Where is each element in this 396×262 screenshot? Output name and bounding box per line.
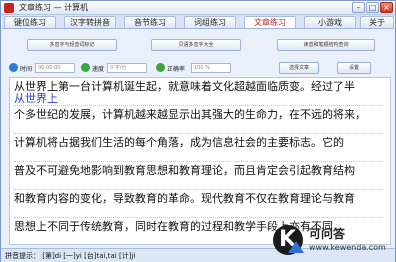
watermark-url: www.kewenda.com bbox=[309, 243, 386, 252]
stroke-lookup-button[interactable]: 读音和笔顺结构查询 bbox=[277, 39, 375, 51]
accuracy-value: 100 % bbox=[191, 63, 231, 73]
article-typing-area[interactable]: 从世界上第一台计算机诞生起，就意味着文化超越面临质变。经过了半 从世界上 个多世… bbox=[9, 77, 391, 245]
time-label: 时间 bbox=[20, 66, 33, 73]
app-window: 文章练习 — 计算机 – □ × 键位练习 汉字转拼音 音节练习 词组练习 文章… bbox=[0, 0, 396, 262]
tab-syllable-practice[interactable]: 音节练习 bbox=[124, 16, 176, 28]
speed-icon bbox=[81, 63, 90, 72]
watermark: K 可问答 www.kewenda.com bbox=[273, 223, 391, 259]
tab-article-practice[interactable]: 文章练习 bbox=[244, 16, 296, 28]
input-underline bbox=[14, 189, 384, 190]
tab-key-practice[interactable]: 键位练习 bbox=[4, 16, 56, 28]
polyphone-list-button[interactable]: 贝语多音字大全 bbox=[151, 39, 241, 51]
input-underline bbox=[14, 161, 384, 162]
tab-about[interactable]: 关于 bbox=[360, 16, 394, 28]
accuracy-label: 正确率 bbox=[167, 66, 186, 73]
article-line: 个多世纪的发展，计算机越来越显示出其强大的生命力，在不远的将来， bbox=[14, 108, 366, 121]
settings-button[interactable]: 设置 bbox=[337, 62, 371, 74]
speed-label: 速度 bbox=[92, 66, 105, 73]
choose-article-button[interactable]: 选择文章 bbox=[279, 62, 319, 74]
tab-phrase-practice[interactable]: 词组练习 bbox=[184, 16, 236, 28]
tab-hanzi-to-pinyin[interactable]: 汉字转拼音 bbox=[64, 16, 116, 28]
maximize-button[interactable]: □ bbox=[366, 2, 379, 13]
polyphone-mark-button[interactable]: 多音字与轻音词标记 bbox=[27, 39, 117, 51]
article-line: 和教育内容的变化，导致教育的革命。现代教育不仅在教育理论与教育 bbox=[14, 192, 355, 205]
typed-input-line[interactable]: 从世界上 bbox=[14, 93, 58, 105]
accuracy-icon bbox=[156, 63, 165, 72]
input-underline bbox=[14, 105, 384, 106]
input-underline bbox=[14, 133, 384, 134]
tool-button-row: 多音字与轻音词标记 贝语多音字大全 读音和笔顺结构查询 bbox=[1, 39, 395, 51]
article-line: 普及不可避免地影响到教育思想和教育理论，而且肯定会引起教育结构 bbox=[14, 164, 355, 177]
app-icon bbox=[4, 3, 14, 13]
tab-bar: 键位练习 汉字转拼音 音节练习 词组练习 文章练习 小游戏 关于 bbox=[2, 15, 394, 29]
speed-value: 0 字/分 bbox=[107, 63, 147, 73]
status-row: 时间 00:00:00 速度 0 字/分 正确率 100 % 选择文章 设置 bbox=[1, 62, 395, 74]
article-line: 计算机将占据我们生活的每个角落，成为信息社会的主要标志。它的 bbox=[14, 136, 344, 149]
time-value: 00:00:00 bbox=[35, 63, 75, 73]
article-line: 从世界上第一台计算机诞生起，就意味着文化超越面临质变。经过了半 bbox=[14, 80, 355, 93]
title-bar: 文章练习 — 计算机 – □ × bbox=[1, 1, 395, 15]
minimize-button[interactable]: – bbox=[352, 2, 365, 13]
clock-icon bbox=[9, 63, 18, 72]
watermark-logo-icon: K bbox=[273, 225, 304, 255]
input-underline bbox=[14, 217, 384, 218]
pinyin-hint-text: 拼音提示： [第]di [一]yi [台]tai,tai [计]ji bbox=[5, 252, 136, 260]
window-title: 文章练习 — 计算机 bbox=[19, 3, 89, 12]
watermark-brand: 可问答 bbox=[309, 227, 346, 241]
close-button[interactable]: × bbox=[380, 2, 393, 13]
tab-mini-games[interactable]: 小游戏 bbox=[304, 16, 356, 28]
